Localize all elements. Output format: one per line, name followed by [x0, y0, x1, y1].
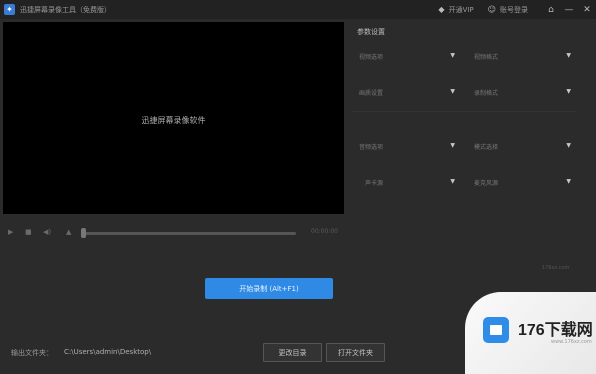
output-folder-label: 输出文件夹：	[11, 349, 53, 357]
site-watermark: 176下载网 www.176xz.com	[465, 292, 596, 374]
quality-dropdown[interactable]: ▼	[391, 85, 455, 97]
login-label: 账号登录	[500, 5, 528, 14]
preview-placeholder: 迅捷屏幕录像软件	[141, 116, 206, 125]
open-folder-button[interactable]: 打开文件夹	[326, 343, 385, 362]
start-record-button[interactable]: 开始录制 (Alt+F1)	[205, 278, 333, 299]
vip-label: 开通VIP	[448, 5, 474, 14]
vip-link[interactable]: ◆ 开通VIP	[438, 5, 473, 15]
chevron-down-icon: ▼	[566, 87, 571, 95]
minimize-icon[interactable]: —	[560, 5, 578, 15]
chevron-down-icon: ▼	[566, 141, 571, 149]
watermark-faint: 176xz.com	[542, 265, 570, 271]
microphone-dropdown[interactable]: ▼	[507, 175, 571, 187]
video-preview: 迅捷屏幕录像软件	[3, 22, 344, 214]
monitor-icon	[483, 317, 509, 343]
volume-icon[interactable]: ◀)	[43, 228, 51, 236]
settings-divider	[351, 111, 576, 112]
sound-card-dropdown[interactable]: ▼	[391, 175, 455, 187]
chevron-down-icon: ▼	[566, 51, 571, 59]
watermark-text: 176下载网	[518, 322, 593, 339]
chevron-down-icon: ▼	[450, 87, 455, 95]
stop-icon[interactable]: ■	[25, 228, 32, 236]
user-icon: ☺	[487, 5, 496, 14]
play-icon[interactable]: ▶	[8, 228, 13, 236]
close-icon[interactable]: ✕	[578, 5, 596, 15]
field-label: 录制格式	[474, 90, 499, 97]
seek-handle[interactable]	[81, 228, 86, 238]
title-actions: ◆ 开通VIP ☺ 账号登录 ⌂ — ✕	[438, 0, 596, 19]
field-label: 音频选项	[359, 144, 384, 151]
home-icon[interactable]: ⌂	[542, 5, 560, 15]
record-format-dropdown[interactable]: ▼	[507, 85, 571, 97]
login-link[interactable]: ☺ 账号登录	[488, 5, 528, 15]
app-title: 迅捷屏幕录像工具（免费版）	[20, 5, 111, 14]
chevron-down-icon: ▼	[450, 51, 455, 59]
audio-option-dropdown[interactable]: ▼	[391, 139, 455, 151]
settings-title: 参数设置	[357, 28, 385, 36]
output-folder-path: C:\Users\admin\Desktop\	[64, 348, 152, 356]
chevron-down-icon: ▼	[450, 177, 455, 185]
video-option-dropdown[interactable]: ▼	[391, 49, 455, 61]
diamond-icon: ◆	[438, 5, 445, 14]
settings-panel: 参数设置 视频选项 ▼ 视频格式 ▼ 画质设置 ▼ 录制格式 ▼ 音频选项 ▼ …	[351, 22, 576, 212]
change-directory-button[interactable]: 更改目录	[263, 343, 322, 362]
video-format-dropdown[interactable]: ▼	[507, 49, 571, 61]
chevron-down-icon: ▼	[450, 141, 455, 149]
title-bar: ✦ 迅捷屏幕录像工具（免费版） ◆ 开通VIP ☺ 账号登录 ⌂ — ✕	[0, 0, 596, 19]
time-display: 00:00:00	[311, 228, 338, 235]
fullscreen-icon[interactable]: ▲	[66, 228, 71, 236]
mode-dropdown[interactable]: ▼	[507, 139, 571, 151]
field-label: 模式选择	[474, 144, 499, 151]
field-label: 视频格式	[474, 54, 499, 61]
field-label: 麦克风源	[474, 180, 499, 187]
field-label: 画质设置	[359, 90, 384, 97]
watermark-url: www.176xz.com	[551, 339, 592, 345]
field-label: 视频选项	[359, 54, 384, 61]
app-icon: ✦	[4, 4, 15, 15]
chevron-down-icon: ▼	[566, 177, 571, 185]
playback-controls: ▶ ■ ◀) ▲ 00:00:00	[3, 219, 344, 249]
seek-bar[interactable]	[83, 232, 296, 235]
field-label: 声卡源	[365, 180, 384, 187]
